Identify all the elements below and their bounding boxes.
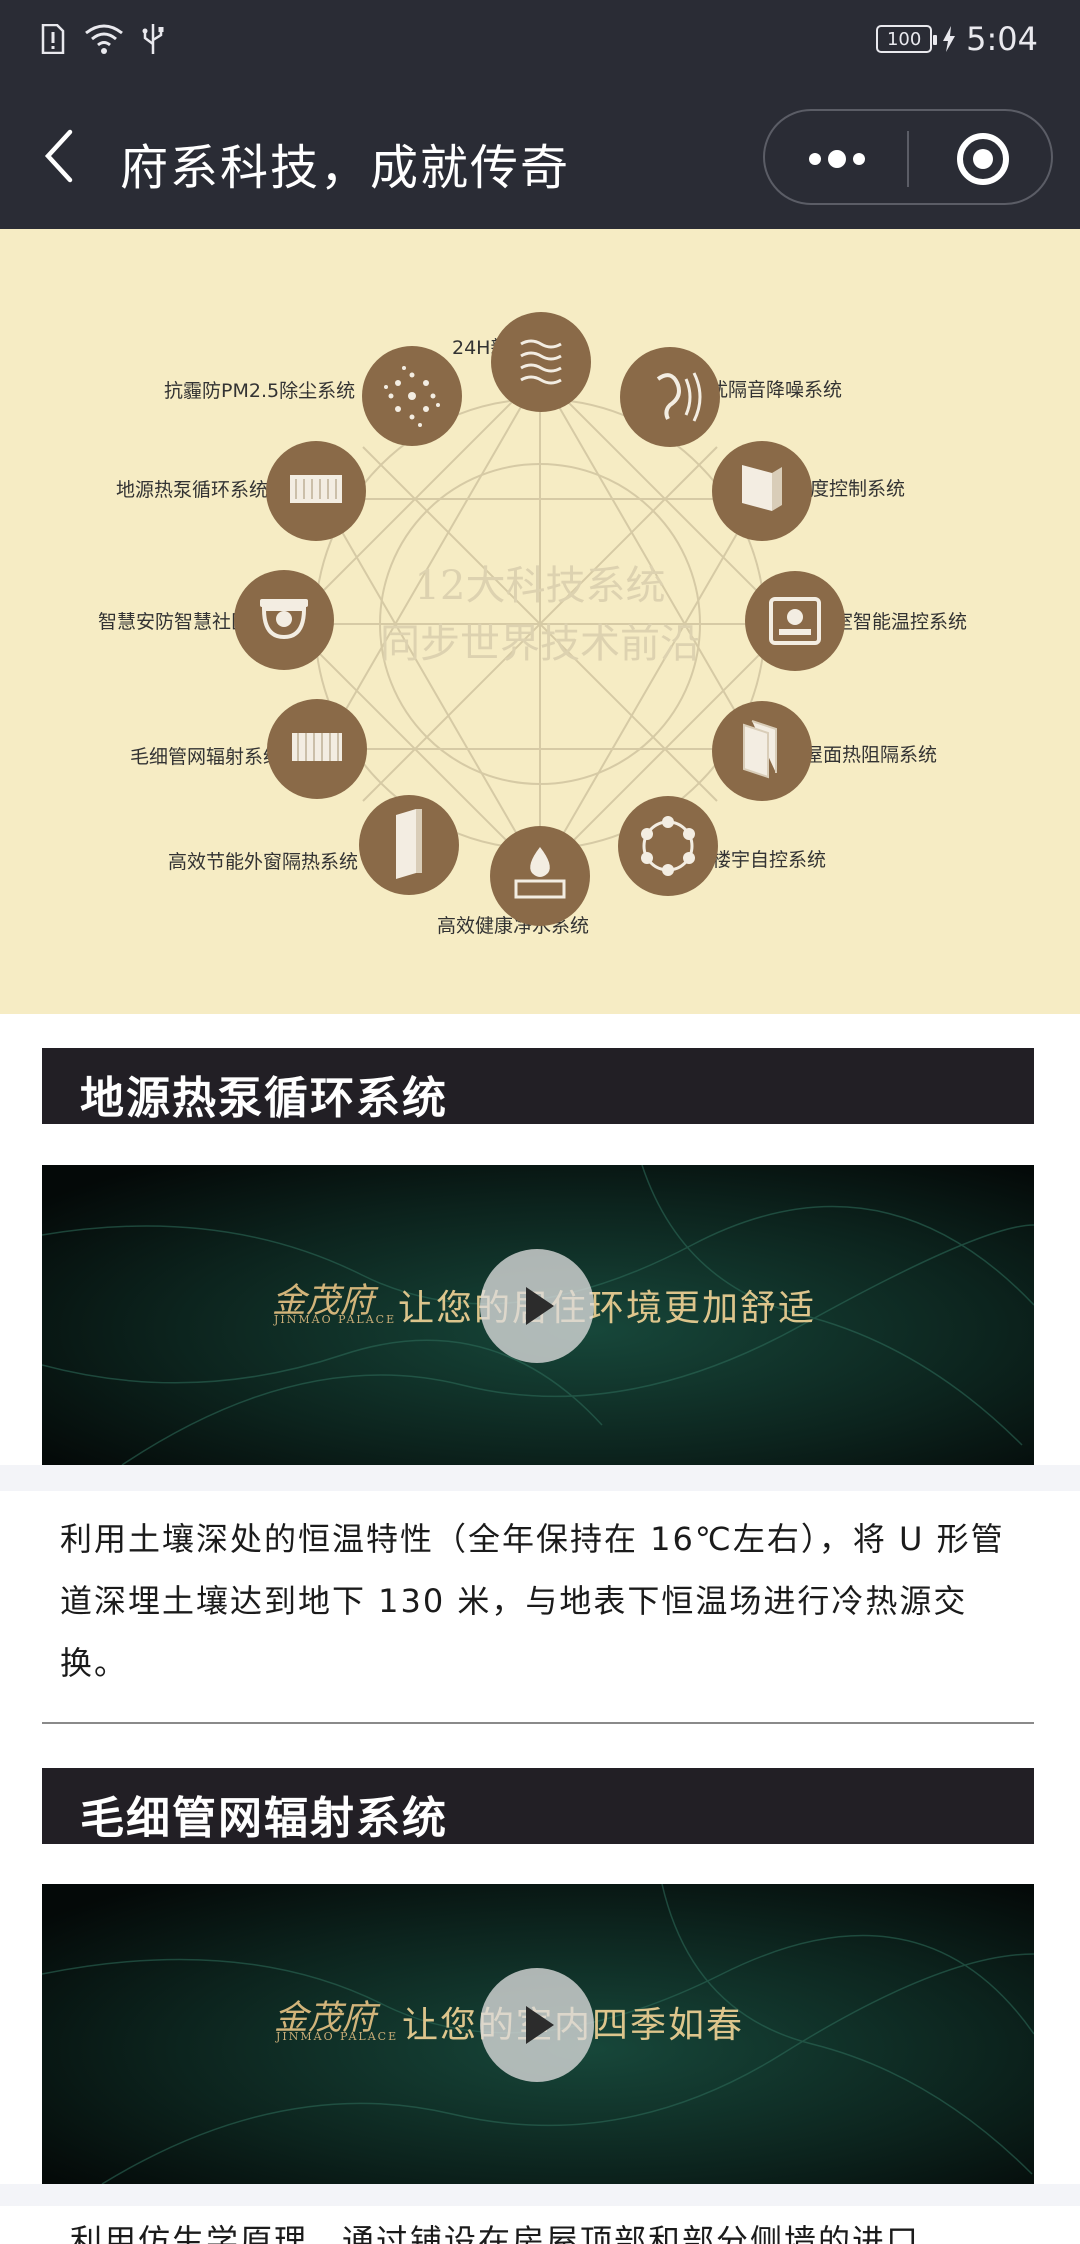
- status-icons-right: 100 5:04: [876, 20, 1038, 58]
- alert-icon: [41, 24, 65, 54]
- back-button[interactable]: [40, 126, 84, 186]
- tech-systems-banner: 12大科技系统 同步世界技术前沿 24H新风系统 干扰隔音降噪系统 恒湿度控制系…: [0, 229, 1080, 1014]
- play-icon[interactable]: [480, 1968, 594, 2082]
- more-button[interactable]: [807, 141, 867, 177]
- security-camera-icon: [234, 570, 334, 670]
- video-caption: 让您的居住环境更加舒适: [398, 1288, 817, 1329]
- system-label: 抗霾防PM2.5除尘系统: [164, 380, 355, 402]
- brand-logo-english: JINMAO PALACE: [276, 2030, 399, 2043]
- section-description: 利用土壤深处的恒温特性（全年保持在 16℃左右），将 U 形管道深埋土壤达到地下…: [60, 1520, 1005, 1682]
- water-drop-icon: [490, 826, 590, 926]
- humidity-panel-icon: [712, 441, 812, 541]
- spacer-strip: [0, 2184, 1080, 2206]
- chevron-left-icon: [44, 129, 73, 183]
- page-title: 府系科技，成就传奇: [120, 140, 571, 196]
- section-title: 地源热泵循环系统: [80, 1073, 448, 1124]
- system-label: 高效节能外窗隔热系统: [168, 851, 358, 873]
- network-ring-icon: [618, 796, 718, 896]
- system-label: 智慧安防智慧社区: [98, 611, 250, 633]
- nav-bar: 府系科技，成就传奇: [0, 84, 1080, 229]
- section-title: 毛细管网辐射系统: [80, 1793, 448, 1844]
- charging-icon: [943, 26, 956, 52]
- section-description: 利用仿生学原理，通过铺设在房屋顶部和部分侧墙的进口: [70, 2222, 921, 2244]
- mini-program-capsule: [763, 109, 1053, 205]
- video-player[interactable]: 金茂府 JINMAO PALACE 让您的室内四季如春: [42, 1884, 1034, 2184]
- battery-icon: 100: [876, 25, 938, 53]
- status-icons-left: [40, 22, 164, 56]
- video-player[interactable]: 金茂府 JINMAO PALACE 让您的居住环境更加舒适: [42, 1165, 1034, 1465]
- window-frame-icon: [359, 795, 459, 895]
- section-title-bar: 毛细管网辐射系统: [42, 1768, 1034, 1844]
- play-icon[interactable]: [480, 1249, 594, 1363]
- systems-wheel: 12大科技系统 同步世界技术前沿 24H新风系统 干扰隔音降噪系统 恒湿度控制系…: [98, 312, 967, 937]
- airflow-icon: [491, 312, 591, 412]
- status-bar: 100 5:04: [0, 0, 1080, 84]
- close-button[interactable]: [955, 131, 1011, 187]
- system-label: 楼宇自控系统: [712, 849, 826, 871]
- ear-sound-icon: [620, 347, 720, 447]
- center-title-1: 12大科技系统: [415, 563, 666, 609]
- dust-particles-icon: [362, 346, 462, 446]
- capsule-divider: [907, 131, 909, 187]
- heat-pump-icon: [266, 441, 366, 541]
- insulation-board-icon: [712, 701, 812, 801]
- battery-level: 100: [886, 28, 922, 50]
- system-label: 地源热泵循环系统: [116, 479, 268, 501]
- more-dots-icon: [809, 150, 865, 168]
- status-time: 5:04: [966, 20, 1038, 58]
- section-title-bar: 地源热泵循环系统: [42, 1048, 1034, 1124]
- target-circle-icon: [957, 133, 1009, 185]
- wifi-icon: [85, 24, 123, 54]
- capillary-mesh-icon: [267, 699, 367, 799]
- center-title-2: 同步世界技术前沿: [380, 621, 700, 667]
- system-label: 毛细管网辐射系统: [130, 746, 282, 768]
- usb-icon: [142, 24, 164, 54]
- brand-logo-english: JINMAO PALACE: [274, 1313, 397, 1326]
- spacer-strip: [0, 1465, 1080, 1491]
- thermostat-icon: [745, 571, 845, 671]
- section-divider: [42, 1722, 1034, 1724]
